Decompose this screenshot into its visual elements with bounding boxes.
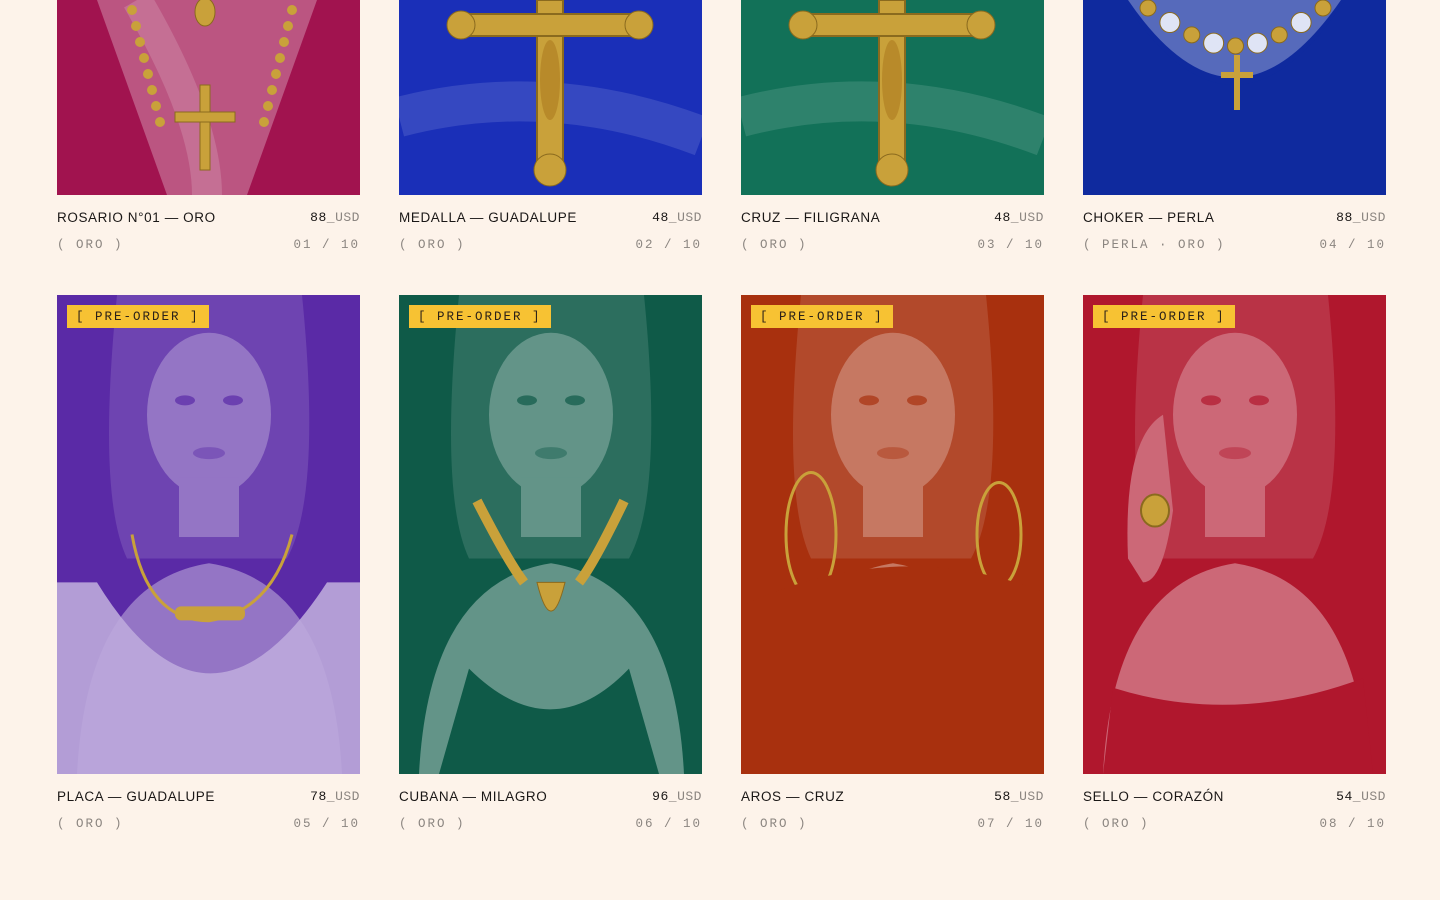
product-price: 78_USD bbox=[310, 789, 360, 804]
product-name[interactable]: MEDALLA — GUADALUPE bbox=[399, 210, 577, 225]
product-name[interactable]: CRUZ — FILIGRANA bbox=[741, 210, 880, 225]
price-currency: _USD bbox=[1352, 789, 1386, 804]
product-meta: AROS — CRUZ 58_USD ( ORO ) 07 / 10 bbox=[741, 774, 1044, 834]
product-name[interactable]: ROSARIO N°01 — ORO bbox=[57, 210, 216, 225]
price-currency: _USD bbox=[668, 210, 702, 225]
price-currency: _USD bbox=[326, 210, 360, 225]
product-card[interactable]: [ PRE-ORDER ] CUBANA — MILAGRO 96_USD ( ORO… bbox=[399, 295, 702, 834]
product-image[interactable] bbox=[399, 0, 702, 195]
product-card[interactable]: CHOKER — PERLA 88_USD ( PERLA · ORO ) 04 / … bbox=[1083, 0, 1386, 255]
preorder-badge: [ PRE-ORDER ] bbox=[409, 305, 551, 328]
product-name[interactable]: PLACA — GUADALUPE bbox=[57, 789, 215, 804]
product-material: ( ORO ) bbox=[57, 817, 124, 831]
product-material: ( ORO ) bbox=[399, 238, 466, 252]
price-value: 88 bbox=[1336, 210, 1353, 225]
preorder-badge: [ PRE-ORDER ] bbox=[67, 305, 209, 328]
product-image[interactable]: [ PRE-ORDER ] bbox=[1083, 295, 1386, 774]
price-currency: _USD bbox=[668, 789, 702, 804]
product-image[interactable] bbox=[57, 0, 360, 195]
product-index: 08 / 10 bbox=[1319, 817, 1386, 831]
product-index: 01 / 10 bbox=[293, 238, 360, 252]
price-currency: _USD bbox=[1352, 210, 1386, 225]
product-card[interactable]: [ PRE-ORDER ] AROS — CRUZ 58_USD ( ORO ) 07 … bbox=[741, 295, 1044, 834]
preorder-badge: [ PRE-ORDER ] bbox=[751, 305, 893, 328]
price-value: 88 bbox=[310, 210, 327, 225]
product-price: 48_USD bbox=[994, 210, 1044, 225]
product-card[interactable]: [ PRE-ORDER ] SELLO — CORAZÓN 54_USD ( ORO … bbox=[1083, 295, 1386, 834]
product-meta: ROSARIO N°01 — ORO 88_USD ( ORO ) 01 / 10 bbox=[57, 195, 360, 255]
product-meta: PLACA — GUADALUPE 78_USD ( ORO ) 05 / 10 bbox=[57, 774, 360, 834]
product-image[interactable] bbox=[741, 0, 1044, 195]
product-name[interactable]: AROS — CRUZ bbox=[741, 789, 844, 804]
preorder-badge: [ PRE-ORDER ] bbox=[1093, 305, 1235, 328]
product-meta: CHOKER — PERLA 88_USD ( PERLA · ORO ) 04 / … bbox=[1083, 195, 1386, 255]
product-card[interactable]: ROSARIO N°01 — ORO 88_USD ( ORO ) 01 / 10 bbox=[57, 0, 360, 255]
price-value: 78 bbox=[310, 789, 327, 804]
product-image[interactable]: [ PRE-ORDER ] bbox=[399, 295, 702, 774]
product-index: 02 / 10 bbox=[635, 238, 702, 252]
product-price: 88_USD bbox=[1336, 210, 1386, 225]
price-value: 96 bbox=[652, 789, 669, 804]
product-image[interactable]: [ PRE-ORDER ] bbox=[57, 295, 360, 774]
product-meta: CRUZ — FILIGRANA 48_USD ( ORO ) 03 / 10 bbox=[741, 195, 1044, 255]
product-meta: SELLO — CORAZÓN 54_USD ( ORO ) 08 / 10 bbox=[1083, 774, 1386, 834]
product-index: 07 / 10 bbox=[977, 817, 1044, 831]
product-card[interactable]: CRUZ — FILIGRANA 48_USD ( ORO ) 03 / 10 bbox=[741, 0, 1044, 255]
product-name[interactable]: CHOKER — PERLA bbox=[1083, 210, 1214, 225]
product-material: ( ORO ) bbox=[399, 817, 466, 831]
price-currency: _USD bbox=[1010, 789, 1044, 804]
product-index: 05 / 10 bbox=[293, 817, 360, 831]
price-value: 48 bbox=[652, 210, 669, 225]
product-price: 88_USD bbox=[310, 210, 360, 225]
product-index: 03 / 10 bbox=[977, 238, 1044, 252]
product-price: 48_USD bbox=[652, 210, 702, 225]
product-name[interactable]: SELLO — CORAZÓN bbox=[1083, 789, 1224, 804]
product-material: ( ORO ) bbox=[1083, 817, 1150, 831]
product-price: 54_USD bbox=[1336, 789, 1386, 804]
product-meta: CUBANA — MILAGRO 96_USD ( ORO ) 06 / 10 bbox=[399, 774, 702, 834]
product-card[interactable]: [ PRE-ORDER ] PLACA — GUADALUPE 78_USD ( OR… bbox=[57, 295, 360, 834]
price-value: 58 bbox=[994, 789, 1011, 804]
product-meta: MEDALLA — GUADALUPE 48_USD ( ORO ) 02 / 10 bbox=[399, 195, 702, 255]
product-name[interactable]: CUBANA — MILAGRO bbox=[399, 789, 547, 804]
product-material: ( ORO ) bbox=[741, 238, 808, 252]
price-currency: _USD bbox=[326, 789, 360, 804]
product-card[interactable]: MEDALLA — GUADALUPE 48_USD ( ORO ) 02 / 10 bbox=[399, 0, 702, 255]
price-value: 54 bbox=[1336, 789, 1353, 804]
product-image[interactable]: [ PRE-ORDER ] bbox=[741, 295, 1044, 774]
price-currency: _USD bbox=[1010, 210, 1044, 225]
product-material: ( ORO ) bbox=[57, 238, 124, 252]
product-index: 06 / 10 bbox=[635, 817, 702, 831]
price-value: 48 bbox=[994, 210, 1011, 225]
product-image[interactable] bbox=[1083, 0, 1386, 195]
product-price: 96_USD bbox=[652, 789, 702, 804]
product-price: 58_USD bbox=[994, 789, 1044, 804]
product-index: 04 / 10 bbox=[1319, 238, 1386, 252]
product-material: ( PERLA · ORO ) bbox=[1083, 238, 1226, 252]
product-material: ( ORO ) bbox=[741, 817, 808, 831]
